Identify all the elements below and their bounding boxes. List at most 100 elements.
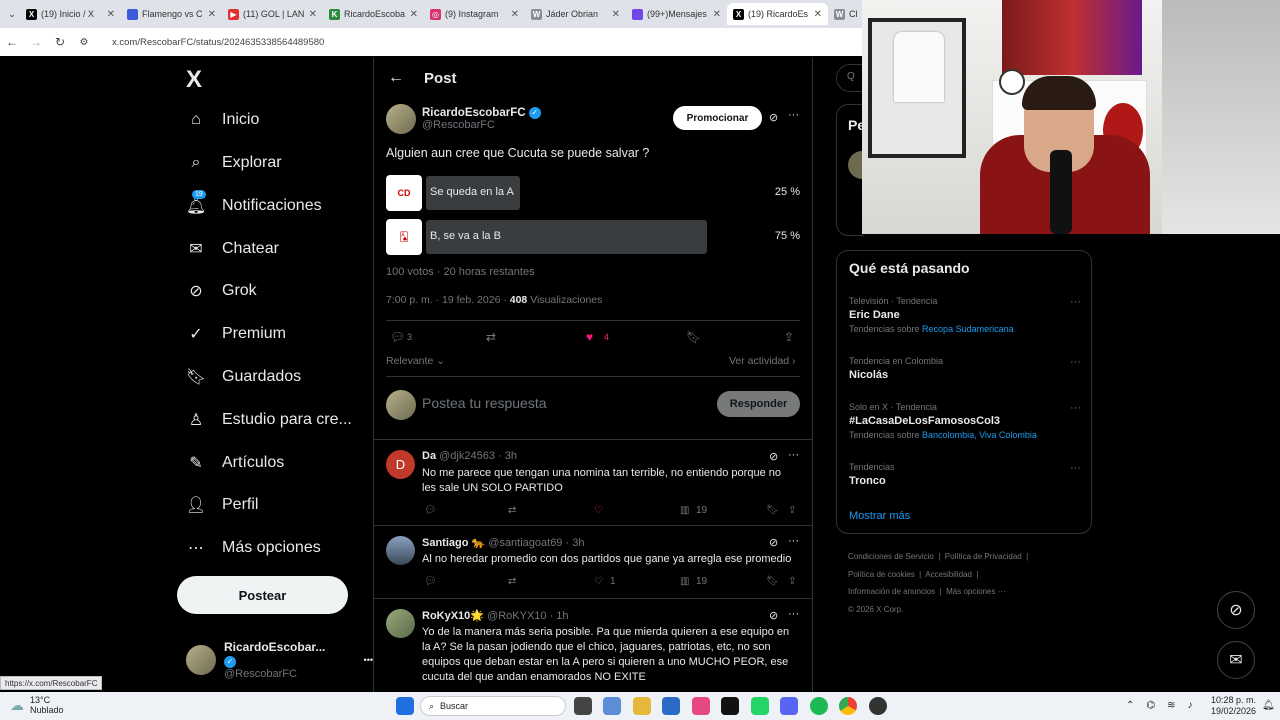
url-field[interactable]: x.com/RescobarFC/status/2024635338564489…: [112, 37, 324, 48]
browser-tab[interactable]: (99+)Mensajes ✕: [626, 3, 727, 25]
more-icon[interactable]: ···: [1070, 296, 1081, 308]
file-explorer-icon[interactable]: [633, 697, 651, 715]
like-icon[interactable]: ♡: [594, 505, 603, 516]
views-icon[interactable]: ▥: [680, 505, 689, 516]
reply-author[interactable]: Santiago 🐆: [422, 537, 485, 549]
poll-option[interactable]: 🂡 B, se va a la B 75 %: [386, 219, 800, 255]
tab-list-menu-icon[interactable]: ⌄: [4, 9, 20, 20]
back-icon[interactable]: ←: [0, 35, 24, 49]
close-tab-icon[interactable]: ✕: [107, 9, 115, 20]
footer-link[interactable]: Política de cookies: [848, 570, 915, 579]
more-icon[interactable]: ···: [1070, 402, 1081, 414]
post-author[interactable]: RicardoEscobarFC ✓ @RescobarFC: [386, 104, 541, 134]
footer-link[interactable]: Política de Privacidad: [945, 552, 1022, 561]
task-view-icon[interactable]: [574, 697, 592, 715]
more-icon[interactable]: ···: [1070, 356, 1081, 368]
share-icon[interactable]: ⇪: [788, 505, 796, 516]
chrome-icon[interactable]: [839, 697, 857, 715]
reply-icon[interactable]: 💬︎: [424, 576, 437, 587]
close-tab-icon[interactable]: ✕: [612, 9, 620, 20]
reply-icon[interactable]: 💬︎: [424, 505, 437, 516]
close-tab-icon[interactable]: ✕: [511, 9, 519, 20]
show-more-link[interactable]: Mostrar más: [849, 510, 910, 522]
respond-button[interactable]: Responder: [717, 391, 800, 417]
share-icon[interactable]: ⇪: [784, 330, 794, 344]
browser-tab[interactable]: X (19) Inicio / X ✕: [20, 3, 121, 25]
grok-icon[interactable]: ⊘: [769, 609, 778, 622]
view-activity-link[interactable]: Ver actividad ›: [729, 355, 796, 367]
sidebar-item[interactable]: ⌕ Explorar: [186, 153, 282, 173]
poll-option[interactable]: CD Se queda en la A 25 %: [386, 175, 800, 211]
store-icon[interactable]: [662, 697, 680, 715]
more-icon[interactable]: ···: [788, 535, 799, 547]
close-tab-icon[interactable]: ✕: [208, 9, 216, 20]
trend-item[interactable]: Televisión · Tendencia Eric Dane Tendencia…: [849, 296, 1081, 334]
footer-link[interactable]: Condiciones de Servicio: [848, 552, 934, 561]
close-tab-icon[interactable]: ✕: [713, 9, 721, 20]
browser-tab[interactable]: Flamengo vs C ✕: [121, 3, 222, 25]
account-menu-icon[interactable]: •••: [364, 655, 373, 665]
discord-icon[interactable]: [780, 697, 798, 715]
trend-related-link[interactable]: Bancolombia, Viva Colombia: [922, 430, 1037, 440]
sort-dropdown[interactable]: Relevante ⌄: [386, 355, 445, 367]
sidebar-item[interactable]: ⌂ Inicio: [186, 110, 259, 130]
reply-tweet[interactable]: RoKyX10🌟 @RoKYX10 · 1h ⊘ ··· Yo de la ma…: [374, 598, 812, 693]
more-icon[interactable]: ···: [788, 608, 799, 620]
post-button[interactable]: Postear: [177, 576, 348, 614]
browser-tab[interactable]: ◎ (9) Instagram ✕: [424, 3, 525, 25]
tiktok-icon[interactable]: [692, 697, 710, 715]
sidebar-item[interactable]: ♙ Estudio para cre...: [186, 410, 352, 430]
repost-icon[interactable]: ⇄: [508, 576, 516, 587]
forward-icon[interactable]: →: [24, 35, 48, 49]
site-info-icon[interactable]: ⚙: [72, 37, 96, 48]
grok-fab-icon[interactable]: ⊘: [1217, 591, 1255, 629]
reply-tweet[interactable]: D Da @djk24563 · 3h ⊘ ··· No me parece q…: [374, 439, 812, 525]
views-icon[interactable]: ▥: [680, 576, 689, 587]
reply-author[interactable]: Da: [422, 450, 436, 462]
close-tab-icon[interactable]: ✕: [814, 9, 822, 20]
footer-link[interactable]: Más opciones ···: [946, 587, 1006, 596]
sidebar-item[interactable]: ✎ Artículos: [186, 453, 284, 473]
reply-author[interactable]: RoKyX10🌟: [422, 610, 484, 622]
sidebar-item[interactable]: ✉ Chatear: [186, 239, 279, 259]
chevron-up-icon[interactable]: ⌃: [1126, 700, 1134, 711]
bookmark-icon[interactable]: 🔖︎: [766, 576, 779, 587]
close-tab-icon[interactable]: ✕: [309, 9, 317, 20]
widgets-icon[interactable]: [603, 697, 621, 715]
sidebar-item[interactable]: ⊘ Grok: [186, 281, 256, 301]
more-icon[interactable]: ···: [788, 449, 799, 461]
x-logo-icon[interactable]: X: [186, 66, 202, 94]
taskbar-search[interactable]: ⌕ Buscar: [420, 696, 566, 716]
sidebar-item[interactable]: ⋯ Más opciones: [186, 538, 321, 558]
grok-icon[interactable]: ⊘: [769, 111, 778, 124]
post-time[interactable]: 7:00 p. m. · 19 feb. 2026 ·: [386, 294, 510, 306]
bookmark-icon[interactable]: 🔖︎: [686, 330, 701, 344]
grok-icon[interactable]: ⊘: [769, 536, 778, 549]
weather-widget[interactable]: ☁ 13°C Nublado: [10, 695, 64, 715]
sidebar-item[interactable]: 🔔︎ 19 Notificaciones: [186, 190, 322, 216]
volume-icon[interactable]: ♪: [1188, 700, 1193, 711]
like-icon[interactable]: ♡: [594, 576, 603, 587]
trend-item[interactable]: Tendencia en Colombia Nicolás ···: [849, 356, 1081, 381]
reply-input[interactable]: Postea tu respuesta: [422, 395, 547, 411]
reply-icon[interactable]: 💬︎: [390, 330, 405, 344]
footer-link[interactable]: Información de anuncios: [848, 587, 935, 596]
browser-tab[interactable]: ▶ (11) GOL | LAN ✕: [222, 3, 323, 25]
repost-icon[interactable]: ⇄: [486, 330, 496, 344]
spotify-icon[interactable]: [810, 697, 828, 715]
clock[interactable]: 10:28 p. m. 19/02/2026: [1200, 695, 1256, 717]
back-arrow-icon[interactable]: ←: [388, 69, 404, 87]
share-icon[interactable]: ⇪: [788, 576, 796, 587]
footer-link[interactable]: Accesibilidad: [925, 570, 972, 579]
more-icon[interactable]: ···: [1070, 462, 1081, 474]
repost-icon[interactable]: ⇄: [508, 505, 516, 516]
trend-item[interactable]: Solo en X · Tendencia #LaCasaDeLosFamosos…: [849, 402, 1081, 440]
whatsapp-icon[interactable]: [751, 697, 769, 715]
wifi-icon[interactable]: ≋: [1167, 700, 1175, 711]
bookmark-icon[interactable]: 🔖︎: [766, 505, 779, 516]
trend-related-link[interactable]: Recopa Sudamericana: [922, 324, 1014, 334]
promote-button[interactable]: Promocionar: [673, 106, 762, 130]
reload-icon[interactable]: ↻: [48, 35, 72, 49]
messages-fab-icon[interactable]: ✉: [1217, 641, 1255, 679]
trend-item[interactable]: Tendencias Tronco ···: [849, 462, 1081, 487]
